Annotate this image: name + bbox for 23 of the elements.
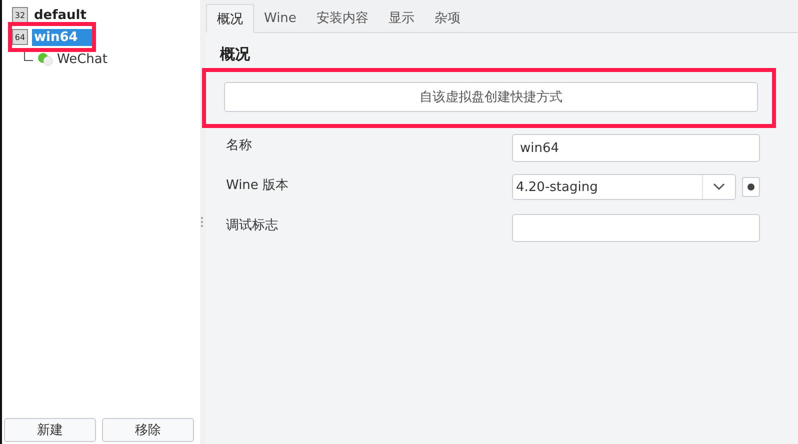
version-dropdown[interactable]: 4.20-staging <box>512 174 736 200</box>
tree-item[interactable]: WeChat <box>57 52 108 66</box>
tab[interactable]: 概况 <box>206 4 254 33</box>
section-title: 概况 <box>220 45 251 64</box>
field-label: 名称 <box>226 138 252 153</box>
tab[interactable]: Wine <box>254 4 306 32</box>
text-field[interactable]: win64 <box>512 134 760 162</box>
chat-bubbles-icon <box>37 52 53 66</box>
tree-item[interactable]: default <box>32 6 88 24</box>
version-icon: 32 <box>12 7 28 23</box>
field-label: 调试标志 <box>226 218 278 233</box>
tab[interactable]: 杂项 <box>424 4 470 32</box>
text-field[interactable] <box>512 214 760 242</box>
tab[interactable]: 显示 <box>378 4 424 32</box>
tab[interactable]: 安装内容 <box>306 4 378 32</box>
small-button[interactable] <box>742 177 760 197</box>
caret-icon <box>713 183 725 191</box>
create-shortcut-button[interactable]: 自该虚拟盘创建快捷方式 <box>224 82 758 112</box>
sidebar-button[interactable]: 新建 <box>4 418 96 442</box>
version-icon: 64 <box>12 29 28 45</box>
field-label: Wine 版本 <box>226 178 289 193</box>
sidebar-button[interactable]: 移除 <box>102 418 194 442</box>
dot-icon <box>747 183 755 191</box>
